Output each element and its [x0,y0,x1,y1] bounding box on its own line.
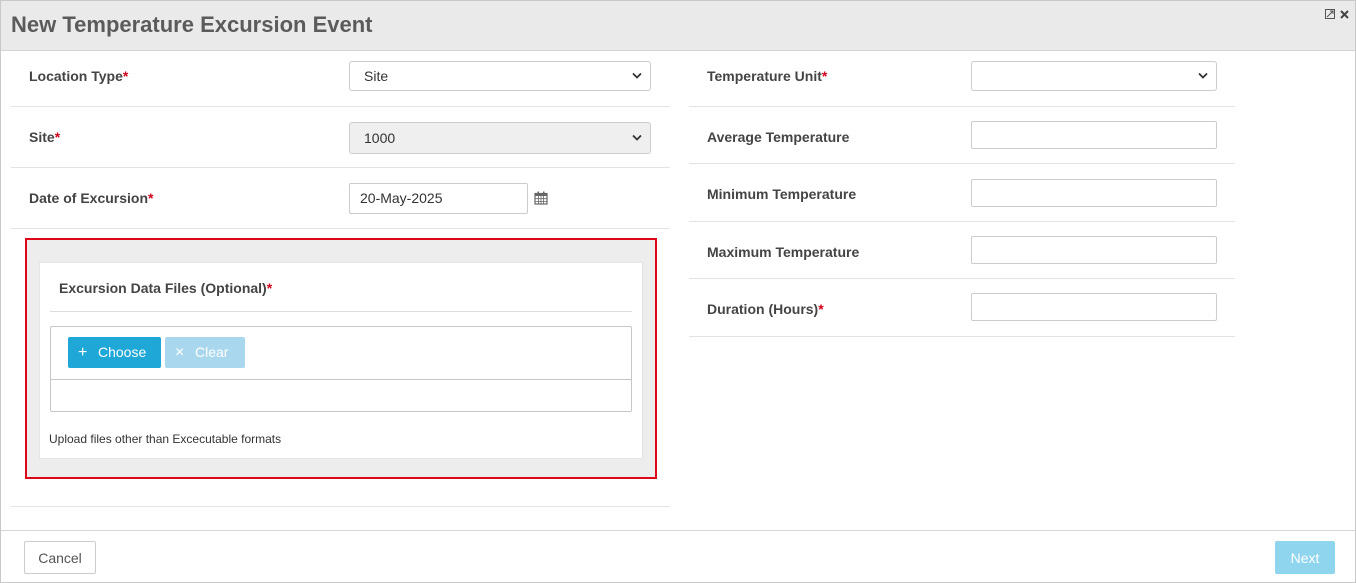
location-type-label: Location Type* [29,68,129,84]
cancel-button[interactable]: Cancel [24,541,96,574]
file-upload-toolbar: + Choose × Clear [51,327,631,380]
minimum-temperature-input[interactable] [971,179,1217,207]
chevron-down-icon [632,134,642,141]
header-icons [1323,9,1349,22]
plus-icon: + [78,343,88,361]
dialog-title: New Temperature Excursion Event [11,12,373,37]
temperature-unit-select[interactable] [971,61,1217,91]
resize-icon[interactable] [1324,9,1338,22]
minimum-temperature-label: Minimum Temperature [707,186,857,202]
new-excursion-dialog: New Temperature Excursion Event Location… [0,0,1356,583]
site-select[interactable]: 1000 [349,122,651,154]
x-icon: × [175,343,185,361]
upload-card: Excursion Data Files (Optional)* + Choose… [39,262,643,459]
chevron-down-icon [1198,72,1208,79]
calendar-icon[interactable] [534,191,548,205]
left-bottom-divider [11,479,670,507]
upload-divider [50,311,632,312]
file-upload: + Choose × Clear [50,326,632,412]
average-temperature-input[interactable] [971,121,1217,149]
dialog-footer-divider [1,530,1355,531]
maximum-temperature-label: Maximum Temperature [707,244,860,260]
choose-button[interactable]: + Choose [68,337,161,368]
upload-section-highlight: Excursion Data Files (Optional)* + Choose… [25,238,657,479]
maximum-temperature-input[interactable] [971,236,1217,264]
next-button[interactable]: Next [1275,541,1335,574]
file-drop-area[interactable] [51,380,631,411]
close-icon[interactable] [1340,10,1349,22]
clear-button[interactable]: × Clear [165,337,245,368]
site-label: Site* [29,129,61,145]
date-input[interactable]: 20-May-2025 [349,183,528,214]
duration-label: Duration (Hours)* [707,301,824,317]
location-type-select[interactable]: Site [349,61,651,91]
upload-hint: Upload files other than Excecutable form… [49,432,282,446]
dialog-header: New Temperature Excursion Event [1,1,1355,51]
upload-title: Excursion Data Files (Optional)* [59,280,273,296]
duration-input[interactable] [971,293,1217,321]
average-temperature-label: Average Temperature [707,129,850,145]
date-label: Date of Excursion* [29,190,154,206]
chevron-down-icon [632,72,642,79]
temperature-unit-label: Temperature Unit* [707,68,828,84]
